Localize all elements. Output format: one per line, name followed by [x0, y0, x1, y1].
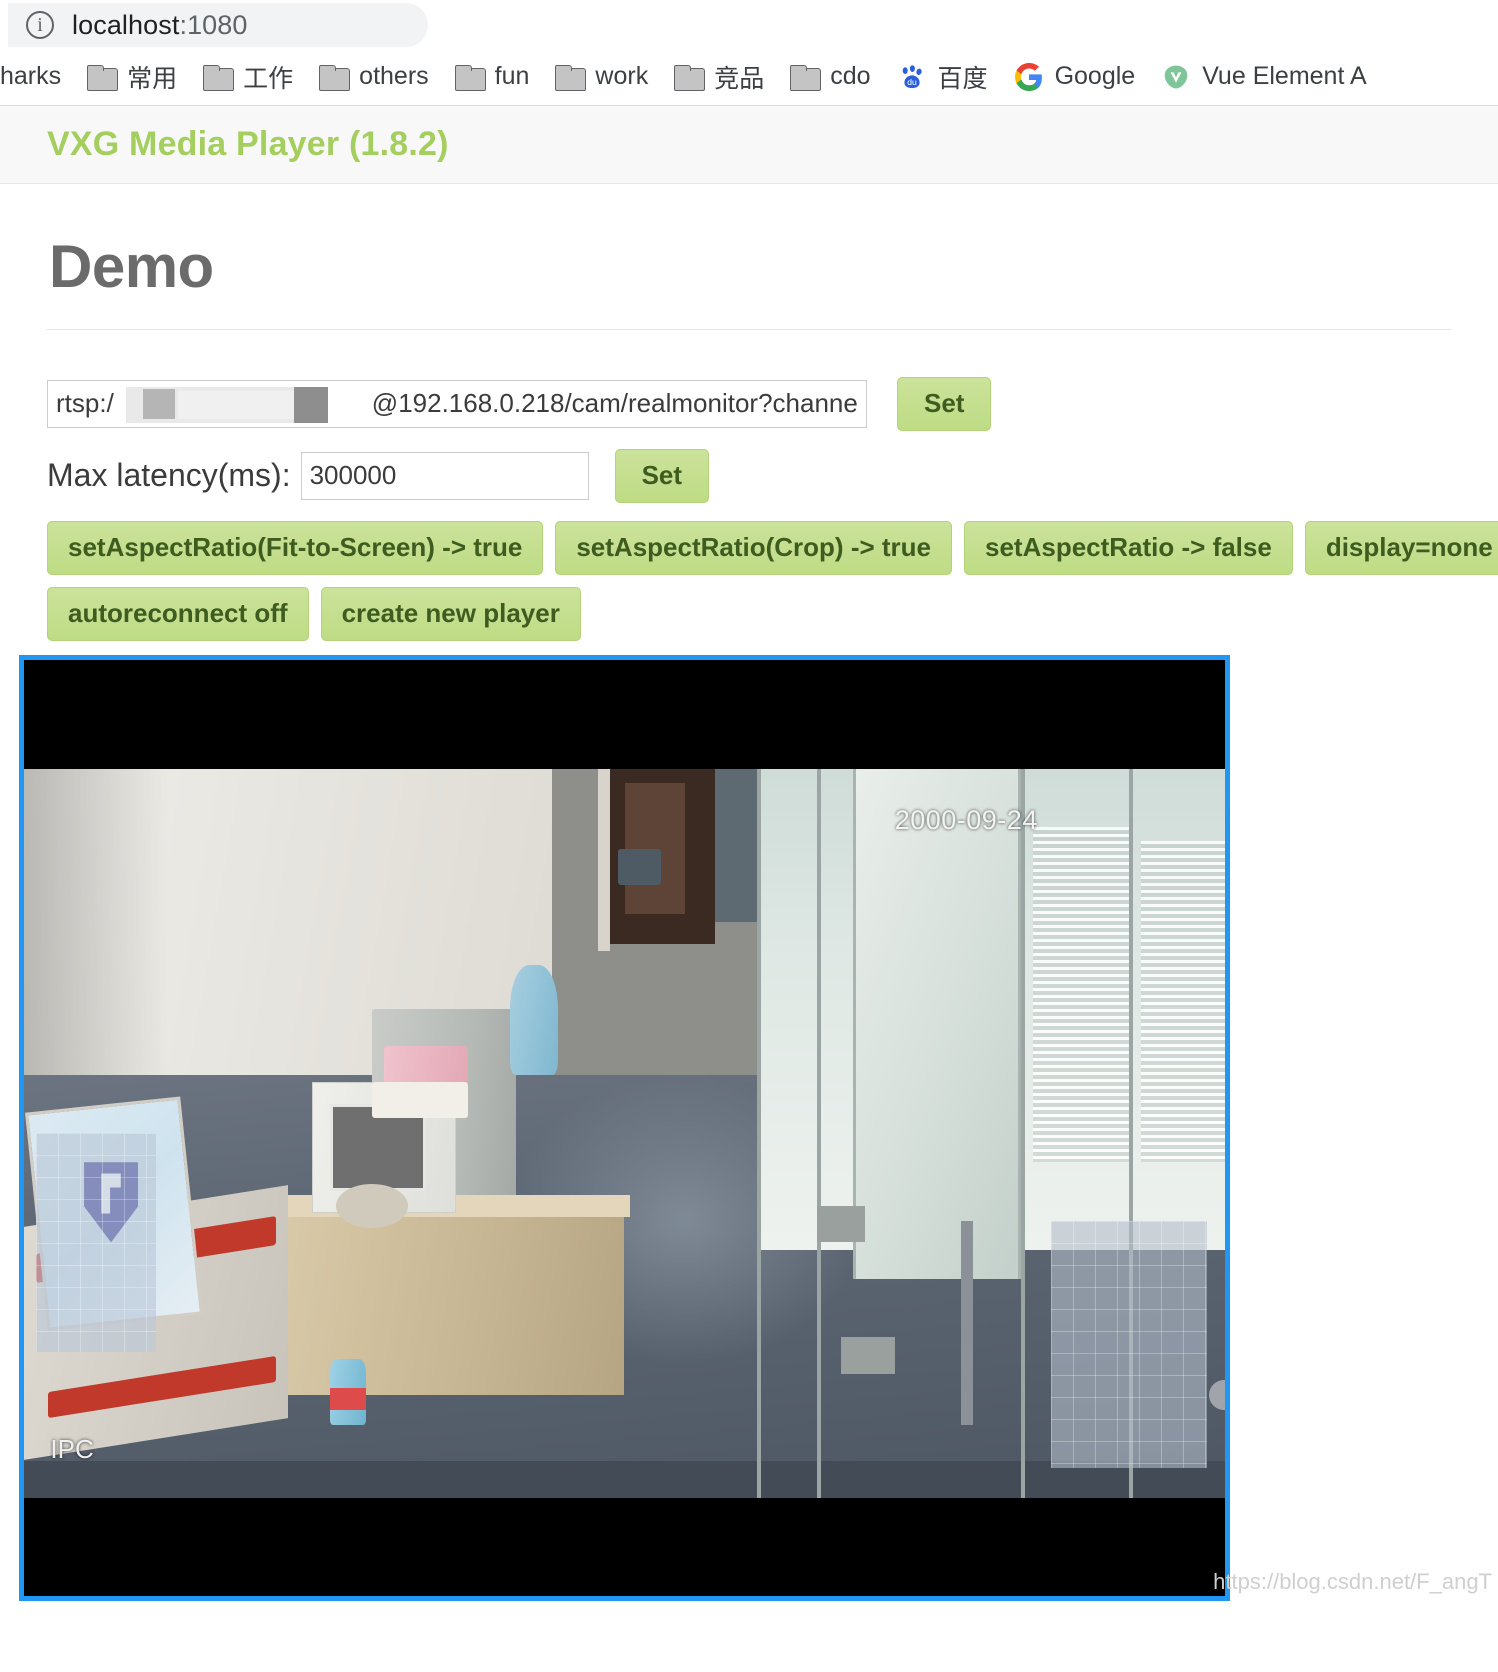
redaction-block	[143, 388, 175, 419]
bookmark-folder-gongzuo[interactable]: 工作	[190, 53, 306, 101]
action-button-group: setAspectRatio(Fit-to-Screen) -> true se…	[47, 520, 1498, 641]
video-player[interactable]: 2000-09-24 IPC	[19, 654, 1230, 1601]
bookmark-label: Google	[1054, 62, 1136, 90]
svg-text:du: du	[907, 77, 917, 87]
bookmark-folder-jingpin[interactable]: 竞品	[661, 53, 777, 101]
bookmark-label: work	[595, 62, 649, 90]
video-scene-image	[24, 768, 1225, 1498]
set-latency-button[interactable]: Set	[614, 448, 710, 503]
bookmark-label: Vue Element A	[1202, 62, 1367, 90]
set-aspect-ratio-false-button[interactable]: setAspectRatio -> false	[964, 520, 1293, 575]
info-circle-icon[interactable]: i	[26, 11, 54, 39]
bookmark-item-vue-element[interactable]: Vue Element A	[1148, 56, 1379, 98]
action-button-row-2: autoreconnect off create new player	[47, 586, 1451, 641]
page-content: Demo rtsp:/@192.168.0.218/cam/realmonito…	[0, 232, 1498, 641]
stream-url-row: rtsp:/@192.168.0.218/cam/realmonitor?cha…	[47, 377, 1451, 431]
bookmark-folder-cdo[interactable]: cdo	[777, 56, 883, 97]
bookmarks-bar: harks 常用 工作 others fun work 竞品 cdo du 百度…	[0, 48, 1498, 106]
folder-icon	[454, 64, 486, 91]
title-divider	[47, 329, 1451, 330]
autoreconnect-off-button[interactable]: autoreconnect off	[47, 586, 309, 641]
create-new-player-button[interactable]: create new player	[320, 586, 581, 641]
set-aspect-ratio-fit-button[interactable]: setAspectRatio(Fit-to-Screen) -> true	[47, 520, 544, 575]
address-bar-url: localhost:1080	[72, 10, 248, 41]
google-icon	[1014, 62, 1044, 92]
address-bar-host: localhost	[72, 9, 180, 40]
action-button-row-1: setAspectRatio(Fit-to-Screen) -> true se…	[47, 520, 1498, 575]
bookmark-item-harks[interactable]: harks	[0, 56, 74, 97]
address-bar-port: :1080	[179, 9, 248, 40]
bookmark-label: others	[359, 62, 429, 90]
bookmark-item-baidu[interactable]: du 百度	[884, 53, 1001, 101]
max-latency-input[interactable]: 300000	[300, 451, 589, 500]
max-latency-row: Max latency(ms): 300000 Set	[47, 448, 1451, 503]
bookmark-item-google[interactable]: Google	[1001, 56, 1149, 98]
vue-icon	[1161, 62, 1191, 92]
bookmark-label: 常用	[127, 64, 178, 93]
stream-url-input[interactable]: rtsp:/@192.168.0.218/cam/realmonitor?cha…	[47, 379, 867, 428]
video-timestamp-overlay: 2000-09-24	[894, 805, 1038, 835]
blog-watermark: https://blog.csdn.net/F_angT	[1213, 1568, 1492, 1594]
folder-icon	[319, 64, 351, 91]
bookmark-folder-work[interactable]: work	[542, 56, 661, 97]
bookmark-folder-fun[interactable]: fun	[442, 56, 543, 97]
max-latency-value: 300000	[309, 460, 397, 491]
address-bar[interactable]: i localhost:1080	[8, 3, 428, 47]
bookmark-label: 工作	[243, 64, 294, 93]
video-surface[interactable]: 2000-09-24 IPC	[24, 768, 1225, 1498]
site-navbar: VXG Media Player (1.8.2)	[0, 106, 1498, 184]
folder-icon	[674, 64, 706, 91]
video-camera-label: IPC	[50, 1433, 94, 1464]
browser-chrome: i localhost:1080 harks 常用 工作 others fun …	[0, 0, 1498, 106]
vxg-demo-page: VXG Media Player (1.8.2) Demo rtsp:/@192…	[0, 106, 1498, 1601]
folder-icon	[87, 64, 119, 91]
bookmark-label: 竞品	[714, 64, 765, 93]
bookmark-label: cdo	[830, 62, 871, 90]
bookmark-label: 百度	[937, 64, 988, 93]
set-aspect-ratio-crop-button[interactable]: setAspectRatio(Crop) -> true	[555, 520, 952, 575]
display-none-button[interactable]: display=none	[1304, 520, 1498, 575]
brand-title[interactable]: VXG Media Player (1.8.2)	[47, 125, 449, 164]
bookmark-folder-changyong[interactable]: 常用	[74, 53, 190, 101]
omnibox-row: i localhost:1080	[0, 0, 1498, 48]
folder-icon	[790, 64, 822, 91]
set-url-button[interactable]: Set	[897, 377, 992, 431]
page-title: Demo	[49, 233, 214, 300]
folder-icon	[203, 64, 235, 91]
redaction-block	[294, 386, 328, 423]
bookmark-folder-others[interactable]: others	[306, 56, 441, 97]
max-latency-label: Max latency(ms):	[47, 457, 291, 494]
redaction-block	[178, 390, 310, 419]
bookmark-label: harks	[0, 62, 62, 90]
baidu-icon: du	[897, 62, 927, 92]
folder-icon	[555, 64, 587, 91]
bookmark-label: fun	[494, 62, 530, 90]
